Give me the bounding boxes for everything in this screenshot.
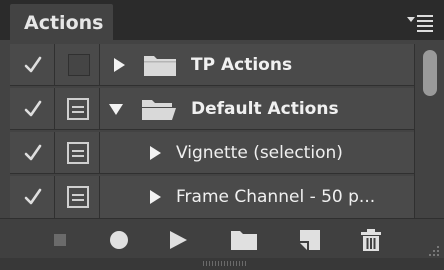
- checkmark-icon[interactable]: [24, 187, 42, 207]
- dock-bar: [0, 258, 444, 270]
- collapsed-triangle-icon[interactable]: [148, 189, 162, 205]
- drag-handle-icon[interactable]: [203, 261, 247, 266]
- resize-grip-icon[interactable]: [426, 243, 440, 257]
- action-label: TP Actions: [191, 55, 293, 75]
- collapsed-triangle-icon[interactable]: [112, 57, 126, 73]
- actions-toolbar: [0, 218, 444, 259]
- action-label: Frame Channel - 50 p...: [176, 187, 376, 207]
- scroll-thumb[interactable]: [423, 50, 437, 96]
- actions-panel: Actions TP Actions Default Actions Vigne…: [0, 0, 444, 270]
- action-set-row[interactable]: Default Actions: [10, 88, 414, 130]
- folder-icon[interactable]: [229, 227, 259, 253]
- folder-icon: [144, 56, 176, 76]
- panel-header: Actions: [0, 0, 444, 42]
- dialog-icon[interactable]: [67, 142, 89, 164]
- stop-icon[interactable]: [47, 227, 73, 253]
- scrollbar[interactable]: [414, 44, 444, 218]
- trash-icon[interactable]: [358, 227, 384, 253]
- enable-cell[interactable]: [10, 132, 55, 174]
- enable-cell[interactable]: [10, 44, 55, 86]
- enable-cell[interactable]: [10, 176, 55, 218]
- play-icon[interactable]: [165, 227, 191, 253]
- panel-menu-icon[interactable]: [405, 12, 435, 32]
- action-row[interactable]: Vignette (selection): [10, 132, 414, 174]
- empty-toggle-box[interactable]: [68, 54, 90, 76]
- panel-title: Actions: [24, 12, 104, 34]
- open-folder-icon: [142, 100, 176, 120]
- dialog-toggle-cell[interactable]: [55, 44, 100, 86]
- action-set-row[interactable]: TP Actions: [10, 44, 414, 86]
- dialog-icon[interactable]: [67, 186, 89, 208]
- enable-cell[interactable]: [10, 88, 55, 130]
- record-icon[interactable]: [106, 227, 132, 253]
- actions-tab[interactable]: Actions: [10, 4, 113, 42]
- dialog-toggle-cell[interactable]: [55, 88, 100, 130]
- action-label: Default Actions: [191, 99, 339, 119]
- new-action-icon[interactable]: [297, 227, 323, 253]
- dialog-toggle-cell[interactable]: [55, 132, 100, 174]
- checkmark-icon[interactable]: [24, 55, 42, 75]
- actions-list: TP Actions Default Actions Vignette (sel…: [10, 44, 414, 218]
- action-row[interactable]: Frame Channel - 50 p...: [10, 176, 414, 218]
- action-label: Vignette (selection): [176, 143, 343, 163]
- dialog-icon[interactable]: [67, 98, 89, 120]
- dialog-toggle-cell[interactable]: [55, 176, 100, 218]
- collapsed-triangle-icon[interactable]: [148, 145, 162, 161]
- checkmark-icon[interactable]: [24, 143, 42, 163]
- expanded-triangle-icon[interactable]: [108, 102, 124, 116]
- checkmark-icon[interactable]: [24, 99, 42, 119]
